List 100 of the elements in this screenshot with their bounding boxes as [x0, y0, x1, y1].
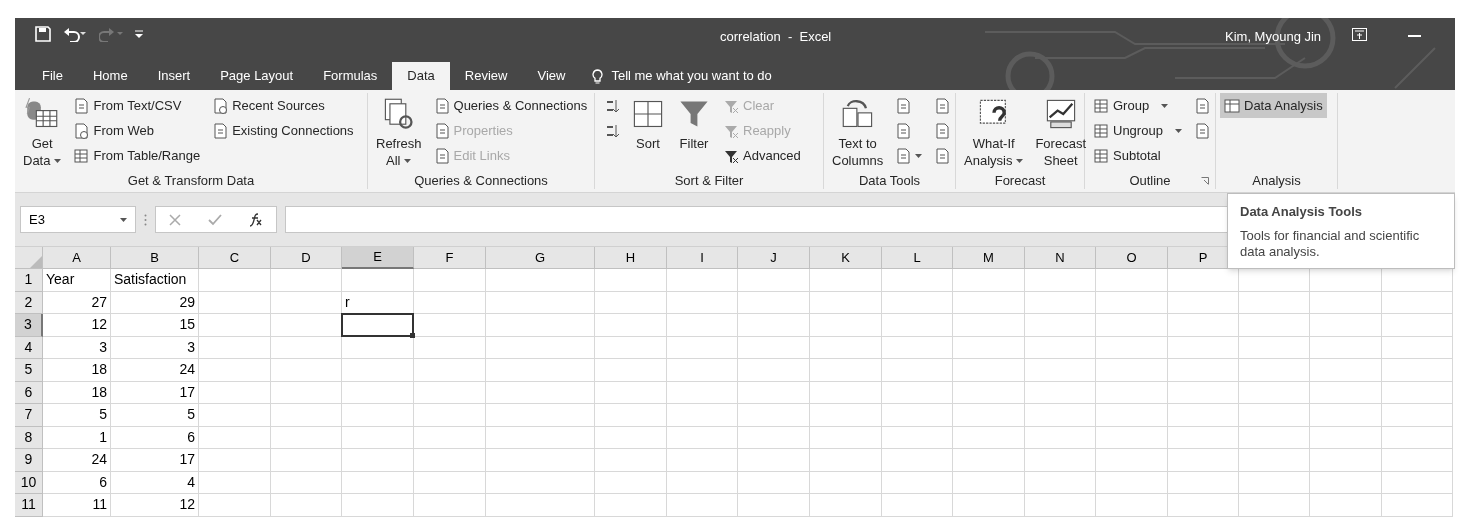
table-cell[interactable] [486, 381, 595, 404]
ribbon-button[interactable]: What-If Analysis [960, 93, 1028, 173]
table-cell[interactable] [199, 426, 271, 449]
table-cell[interactable] [882, 471, 953, 494]
table-cell[interactable] [414, 314, 486, 337]
table-cell[interactable] [486, 314, 595, 337]
table-cell[interactable] [810, 291, 882, 314]
table-cell[interactable] [882, 314, 953, 337]
row-header[interactable]: 10 [15, 471, 43, 494]
table-cell[interactable] [199, 291, 271, 314]
table-cell[interactable]: 5 [111, 404, 199, 427]
table-cell[interactable] [882, 404, 953, 427]
table-cell[interactable] [271, 494, 342, 517]
ribbon-button[interactable]: Existing Connections [208, 118, 358, 143]
table-cell[interactable] [953, 291, 1025, 314]
table-cell[interactable] [1310, 291, 1382, 314]
table-cell[interactable] [953, 269, 1025, 292]
ribbon-button[interactable]: From Table/Range [69, 143, 205, 168]
table-cell[interactable] [667, 336, 738, 359]
table-cell[interactable] [1096, 471, 1168, 494]
table-cell[interactable] [1168, 471, 1239, 494]
dialog-launcher-icon[interactable] [1201, 177, 1209, 185]
table-cell[interactable] [1310, 381, 1382, 404]
table-cell[interactable] [1025, 381, 1096, 404]
table-cell[interactable] [271, 471, 342, 494]
table-cell[interactable] [486, 269, 595, 292]
table-cell[interactable]: 3 [111, 336, 199, 359]
table-cell[interactable] [1168, 494, 1239, 517]
table-cell[interactable]: 11 [43, 494, 111, 517]
table-cell[interactable] [271, 336, 342, 359]
table-cell[interactable]: 3 [43, 336, 111, 359]
ribbon-button[interactable]: Queries & Connections [429, 93, 592, 118]
table-cell[interactable]: 5 [43, 404, 111, 427]
row-header[interactable]: 7 [15, 404, 43, 427]
column-header[interactable]: C [199, 247, 271, 269]
ribbon-tab[interactable]: Formulas [308, 62, 393, 90]
table-cell[interactable] [486, 404, 595, 427]
table-cell[interactable] [486, 291, 595, 314]
table-cell[interactable] [271, 449, 342, 472]
row-header[interactable]: 3 [15, 314, 43, 337]
table-cell[interactable] [342, 404, 414, 427]
table-cell[interactable] [1239, 336, 1310, 359]
table-cell[interactable] [953, 336, 1025, 359]
table-cell[interactable] [595, 314, 667, 337]
table-cell[interactable] [199, 359, 271, 382]
table-cell[interactable] [199, 269, 271, 292]
table-cell[interactable] [1168, 359, 1239, 382]
table-cell[interactable]: 12 [43, 314, 111, 337]
table-cell[interactable] [667, 314, 738, 337]
table-cell[interactable]: 27 [43, 291, 111, 314]
ribbon-button[interactable]: Subtotal [1089, 143, 1186, 168]
table-cell[interactable] [1168, 404, 1239, 427]
ribbon-button[interactable]: Text to Columns [828, 93, 888, 173]
table-cell[interactable] [1239, 449, 1310, 472]
column-header[interactable]: E [342, 247, 414, 269]
ribbon-button[interactable]: Advanced [719, 143, 805, 168]
table-cell[interactable] [1025, 494, 1096, 517]
table-cell[interactable] [1382, 291, 1453, 314]
ribbon-button[interactable]: Forecast Sheet [1031, 93, 1090, 173]
table-cell[interactable] [810, 336, 882, 359]
table-cell[interactable] [595, 471, 667, 494]
table-cell[interactable] [1239, 314, 1310, 337]
table-cell[interactable] [953, 359, 1025, 382]
table-cell[interactable] [1096, 359, 1168, 382]
ribbon-display-options-icon[interactable] [1352, 28, 1367, 41]
table-cell[interactable] [1239, 426, 1310, 449]
row-header[interactable]: 2 [15, 291, 43, 314]
ribbon-button[interactable]: Sort [627, 93, 669, 173]
table-cell[interactable] [1025, 291, 1096, 314]
enter-checkmark-icon[interactable] [208, 213, 222, 226]
table-cell[interactable]: 18 [43, 381, 111, 404]
table-cell[interactable] [810, 359, 882, 382]
table-cell[interactable] [953, 449, 1025, 472]
table-cell[interactable] [1096, 404, 1168, 427]
table-cell[interactable]: 18 [43, 359, 111, 382]
table-cell[interactable] [1168, 314, 1239, 337]
table-cell[interactable] [1310, 449, 1382, 472]
ribbon-button[interactable]: Ungroup [1089, 118, 1186, 143]
table-cell[interactable] [1096, 381, 1168, 404]
table-cell[interactable] [199, 404, 271, 427]
ribbon-tab[interactable]: File [27, 62, 78, 90]
table-cell[interactable] [414, 291, 486, 314]
table-cell[interactable] [1025, 359, 1096, 382]
table-cell[interactable] [810, 426, 882, 449]
table-cell[interactable] [414, 359, 486, 382]
table-cell[interactable] [882, 359, 953, 382]
table-cell[interactable] [342, 471, 414, 494]
table-cell[interactable] [414, 494, 486, 517]
table-cell[interactable] [1382, 381, 1453, 404]
table-cell[interactable] [1096, 291, 1168, 314]
table-cell[interactable] [414, 449, 486, 472]
name-box[interactable]: E3 [20, 206, 136, 233]
table-cell[interactable] [1310, 471, 1382, 494]
redo-icon[interactable] [99, 26, 123, 42]
table-cell[interactable] [199, 314, 271, 337]
table-cell[interactable] [1096, 314, 1168, 337]
column-header[interactable]: K [810, 247, 882, 269]
table-cell[interactable]: 17 [111, 381, 199, 404]
table-cell[interactable] [595, 381, 667, 404]
table-cell[interactable] [882, 381, 953, 404]
